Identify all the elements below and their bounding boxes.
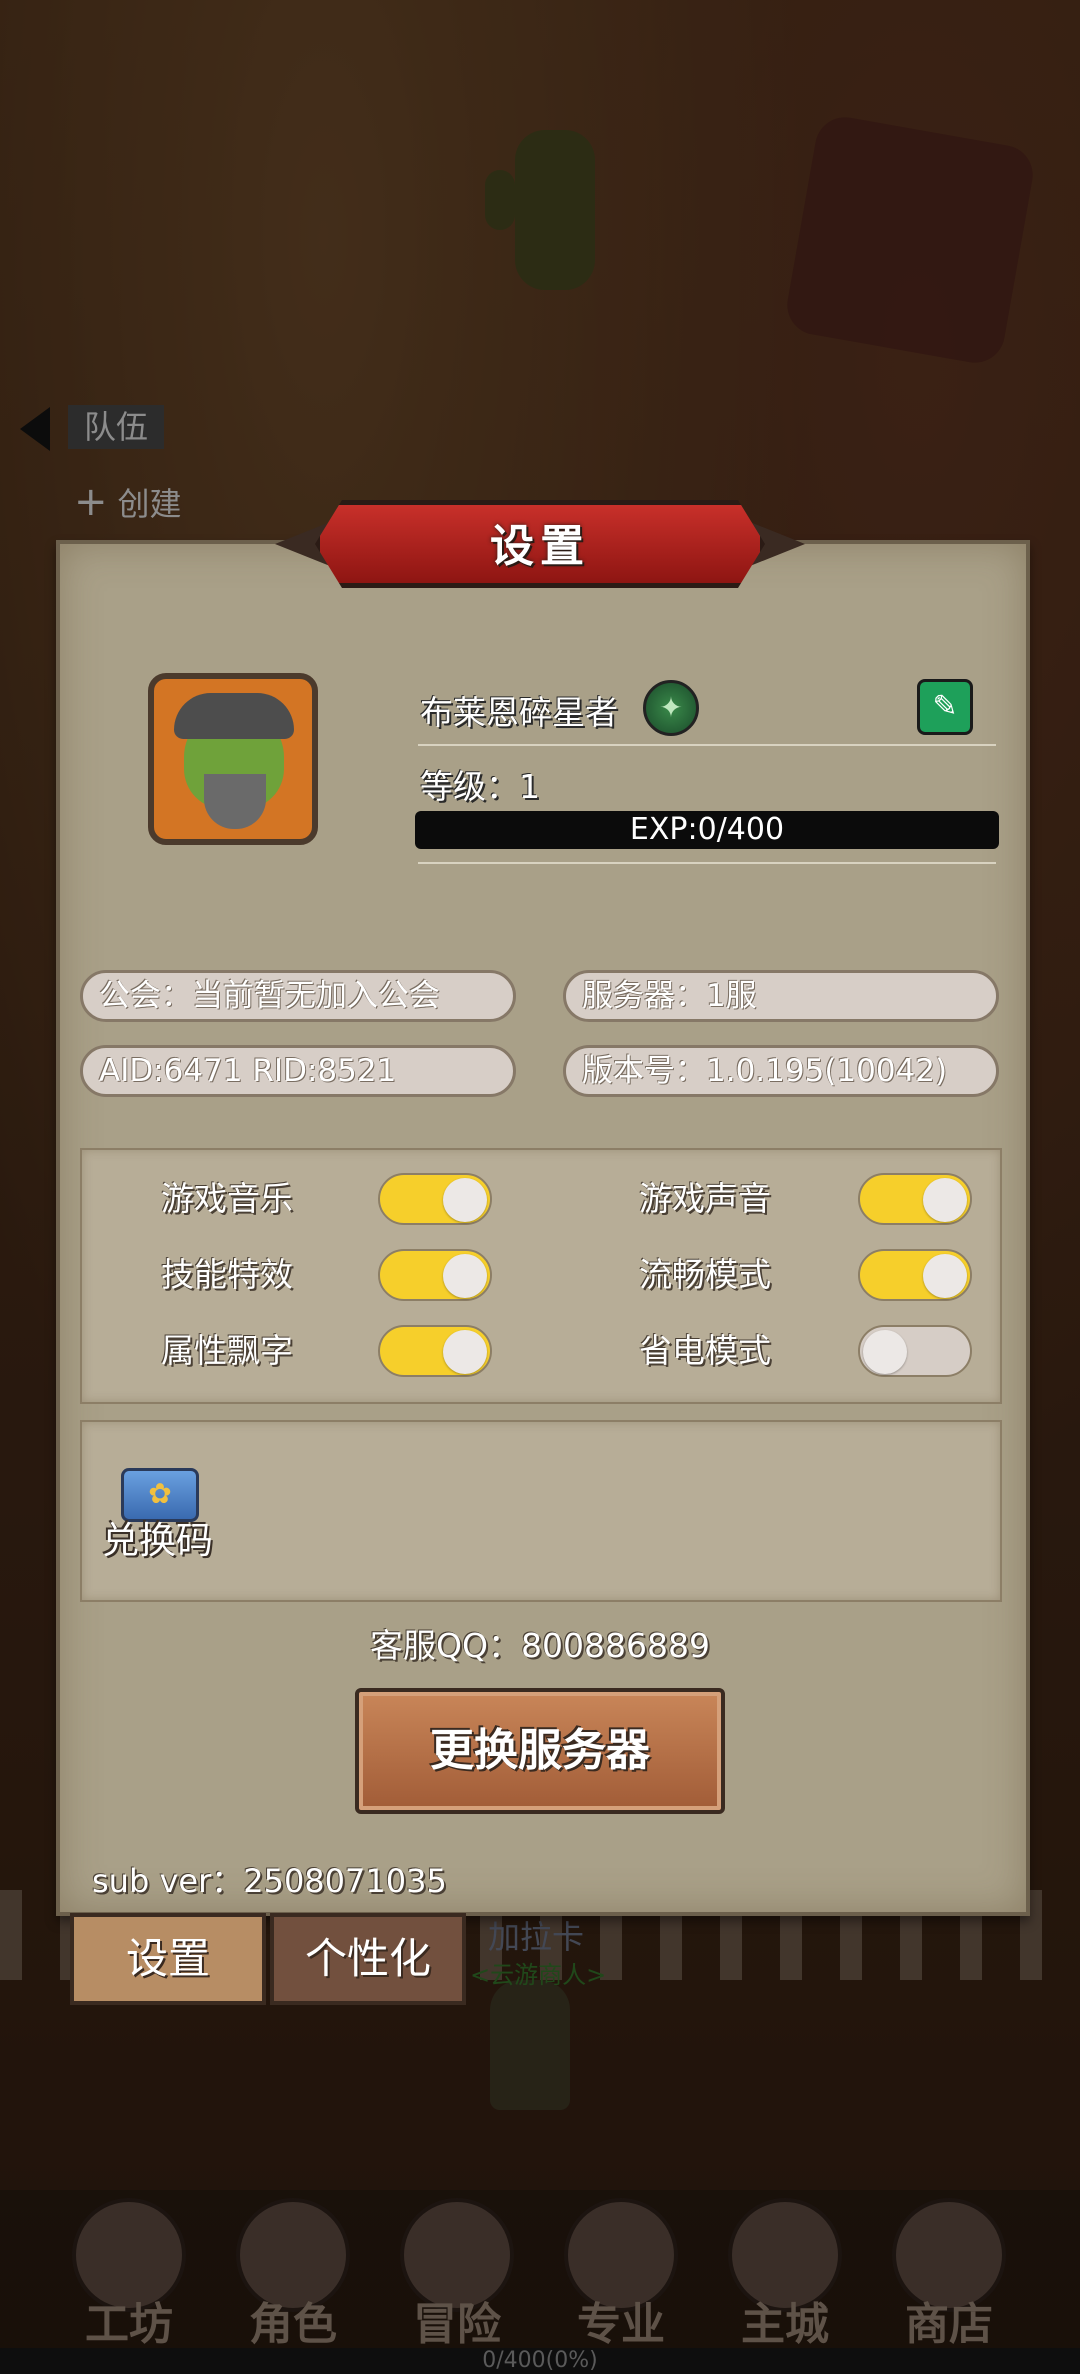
create-team-button[interactable]: + 创建 bbox=[74, 480, 214, 524]
nav-character[interactable]: 角色 bbox=[228, 2198, 358, 2350]
settings-title-banner: 设置 bbox=[275, 500, 805, 588]
orc-beard bbox=[204, 774, 266, 829]
page-title: 设置 bbox=[490, 521, 590, 572]
class-emblem-icon: ✦ bbox=[643, 680, 699, 736]
nav-shop[interactable]: 商店 bbox=[884, 2198, 1014, 2350]
edit-name-button[interactable]: ✎ bbox=[917, 679, 973, 735]
team-tab[interactable]: 队伍 bbox=[68, 405, 164, 449]
collapse-arrow-icon[interactable] bbox=[20, 407, 50, 451]
nav-profession[interactable]: 专业 bbox=[556, 2198, 686, 2350]
nav-label: 工坊 bbox=[85, 2299, 173, 2350]
toggle-label-skill-effects: 技能特效 bbox=[161, 1255, 293, 1294]
toggle-knob bbox=[863, 1330, 907, 1374]
toggle-label-sound: 游戏声音 bbox=[639, 1179, 771, 1218]
player-level: 等级：1 bbox=[420, 767, 540, 806]
support-qq: 客服QQ：800886889 bbox=[370, 1626, 710, 1665]
nav-adventure[interactable]: 冒险 bbox=[392, 2198, 522, 2350]
toggle-floating-text[interactable] bbox=[378, 1325, 492, 1377]
toggle-knob bbox=[443, 1178, 487, 1222]
toggle-label-smooth-mode: 流畅模式 bbox=[639, 1255, 771, 1294]
account-ids: AID:6471 RID:8521 bbox=[80, 1045, 516, 1097]
toggle-skill-effects[interactable] bbox=[378, 1249, 492, 1301]
toggle-smooth-mode[interactable] bbox=[858, 1249, 972, 1301]
server-info: 服务器：1服 bbox=[563, 970, 999, 1022]
toggle-knob bbox=[443, 1330, 487, 1374]
pencil-icon: ✎ bbox=[932, 689, 958, 724]
exp-text: EXP:0/400 bbox=[629, 812, 785, 847]
plus-icon: + bbox=[74, 479, 108, 525]
guild-info: 公会：当前暂无加入公会 bbox=[80, 970, 516, 1022]
toggle-power-saving[interactable] bbox=[858, 1325, 972, 1377]
nav-label: 冒险 bbox=[413, 2299, 501, 2350]
sub-version: sub ver：2508071035 bbox=[92, 1862, 447, 1900]
toggle-label-music: 游戏音乐 bbox=[161, 1179, 293, 1218]
toggle-music[interactable] bbox=[378, 1173, 492, 1225]
divider bbox=[418, 744, 996, 746]
nav-workshop[interactable]: 工坊 bbox=[64, 2198, 194, 2350]
orc-hair bbox=[174, 693, 294, 739]
version-info: 版本号：1.0.195(10042) bbox=[563, 1045, 999, 1097]
toggle-knob bbox=[443, 1254, 487, 1298]
xp-strip: 0/400(0%) bbox=[0, 2348, 1080, 2374]
player-avatar[interactable] bbox=[148, 673, 318, 845]
toggle-knob bbox=[923, 1254, 967, 1298]
redeem-code-button[interactable]: 兑换码 bbox=[102, 1510, 213, 1564]
change-server-button[interactable]: 更换服务器 bbox=[355, 1688, 725, 1814]
nav-label: 商店 bbox=[905, 2299, 993, 2350]
create-label: 创建 bbox=[117, 485, 182, 523]
toggle-sound[interactable] bbox=[858, 1173, 972, 1225]
toggle-label-floating-text: 属性飘字 bbox=[161, 1331, 293, 1370]
features-box bbox=[80, 1420, 1002, 1602]
divider bbox=[418, 862, 996, 864]
toggle-knob bbox=[923, 1178, 967, 1222]
exp-bar: EXP:0/400 bbox=[415, 811, 999, 849]
tab-personalize[interactable]: 个性化 bbox=[270, 1913, 466, 2005]
nav-label: 专业 bbox=[577, 2299, 665, 2350]
nav-label: 角色 bbox=[249, 2299, 337, 2350]
xp-strip-text: 0/400(0%) bbox=[482, 2348, 598, 2373]
tab-settings[interactable]: 设置 bbox=[70, 1913, 266, 2005]
toggle-label-power-saving: 省电模式 bbox=[639, 1331, 771, 1370]
nav-main-city[interactable]: 主城 bbox=[720, 2198, 850, 2350]
player-name: 布莱恩碎星者 bbox=[420, 693, 618, 732]
nav-label: 主城 bbox=[741, 2299, 829, 2350]
